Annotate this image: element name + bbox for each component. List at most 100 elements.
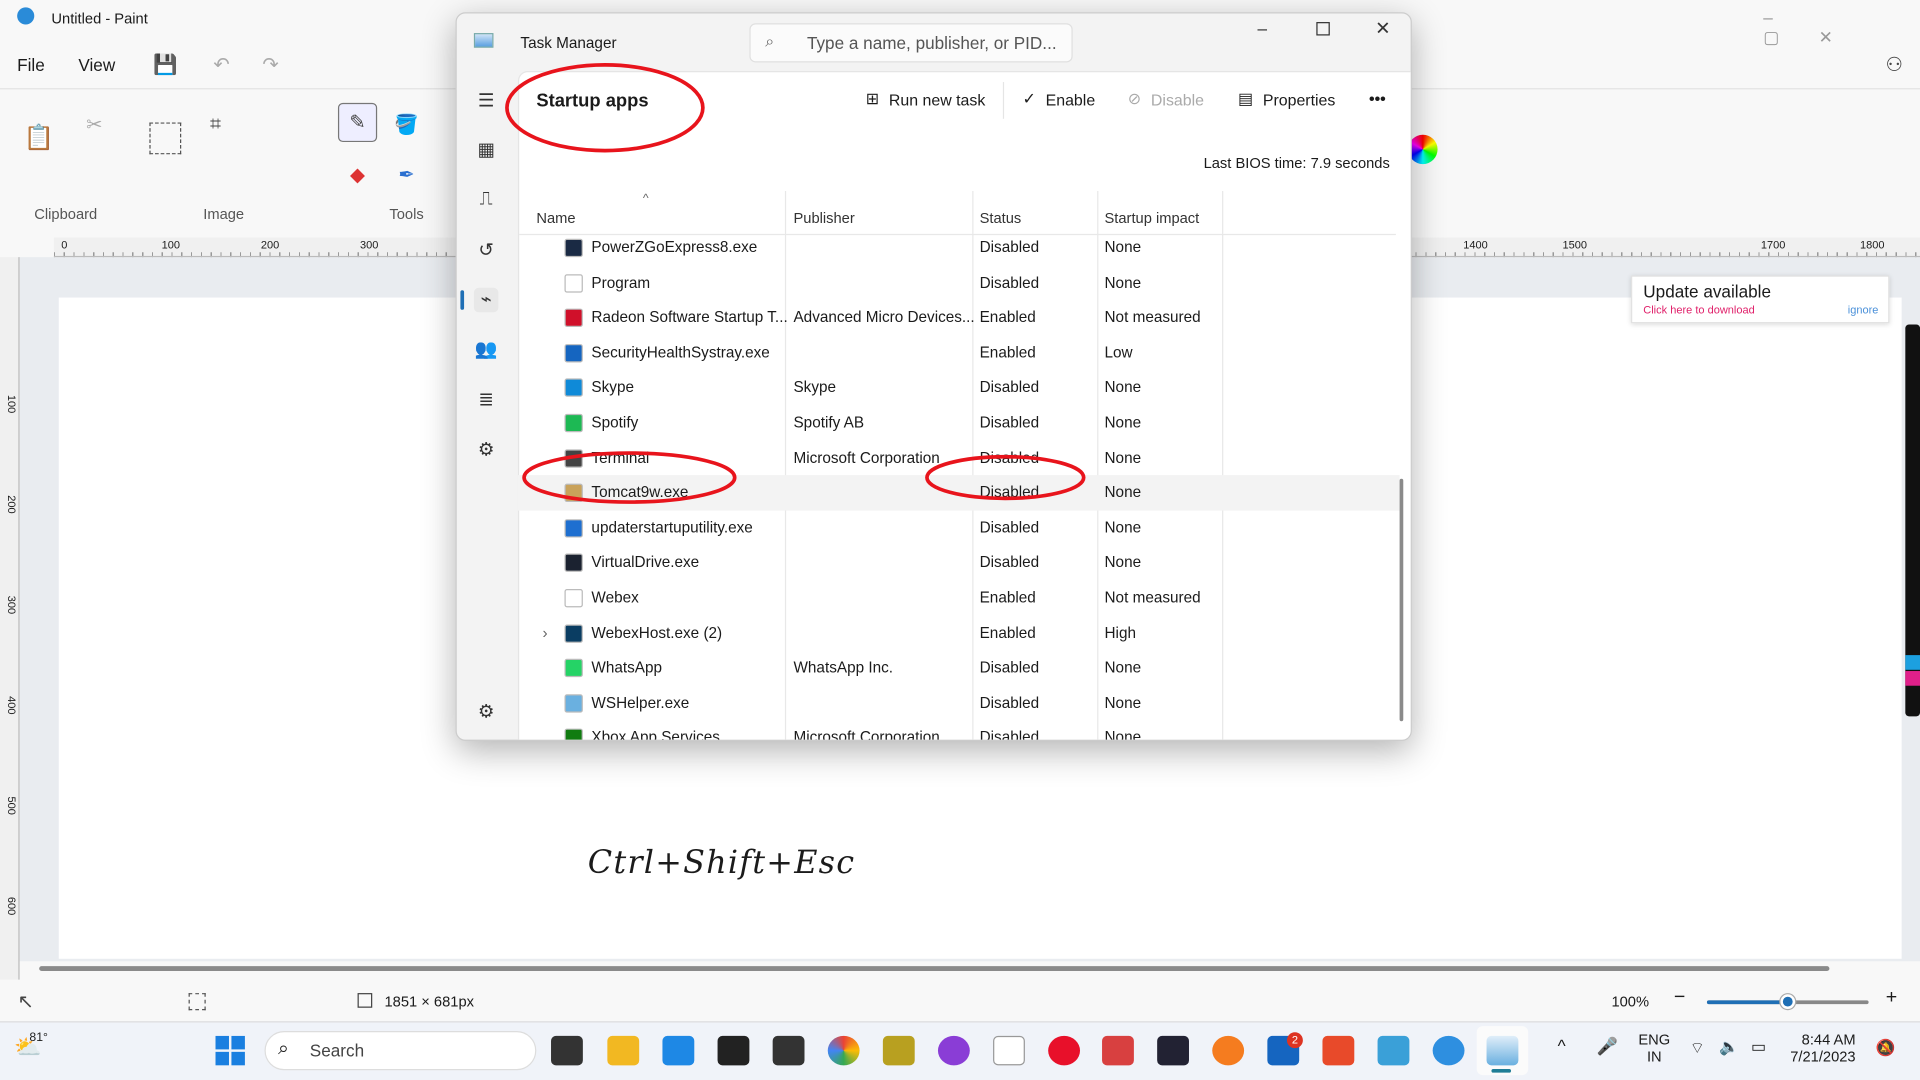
startup-impact: Low — [1104, 343, 1133, 361]
search-placeholder: Type a name, publisher, or PID... — [806, 33, 1057, 53]
vertical-scrollbar[interactable] — [1399, 478, 1404, 722]
firefox-icon[interactable] — [1212, 1035, 1245, 1066]
terminal-icon[interactable] — [717, 1035, 750, 1066]
undo-icon[interactable]: ↶ — [208, 51, 235, 78]
app-icon[interactable] — [937, 1035, 970, 1066]
eraser-icon[interactable]: ◆ — [345, 163, 369, 187]
table-row[interactable]: › WebexHost.exe (2) Enabled High — [518, 615, 1400, 650]
pencil-icon[interactable]: ✎ — [337, 102, 378, 143]
menu-file[interactable]: File — [17, 55, 45, 75]
edit-colors-icon[interactable] — [1408, 134, 1438, 165]
vscode-icon[interactable] — [662, 1035, 695, 1066]
cut-icon[interactable]: ✂ — [81, 113, 108, 137]
table-row[interactable]: WSHelper.exe Disabled None — [518, 685, 1400, 720]
table-row[interactable]: PowerZGoExpress8.exe Disabled None — [518, 235, 1400, 265]
disable-label: Disable — [1150, 90, 1205, 109]
table-row[interactable]: Tomcat9w.exe Disabled None — [517, 475, 1400, 511]
wifi-icon[interactable]: ⌔ — [1690, 1038, 1705, 1058]
disable-button[interactable]: ⊘ Disable — [1128, 89, 1204, 109]
app-icon — [564, 273, 583, 293]
vertical-ruler — [0, 257, 20, 980]
table-row[interactable]: VirtualDrive.exe Disabled None — [518, 545, 1400, 580]
performance-icon[interactable]: ⎍ — [474, 189, 498, 213]
share-icon[interactable]: ⚇ — [1881, 51, 1908, 78]
table-row[interactable]: Program Disabled None — [518, 265, 1400, 300]
startup-impact: High — [1104, 623, 1136, 642]
save-icon[interactable]: 💾 — [152, 51, 179, 78]
update-popup[interactable]: Update available Click here to download … — [1631, 275, 1890, 324]
zoom-slider-thumb[interactable] — [1780, 994, 1796, 1009]
file-explorer-icon[interactable] — [607, 1035, 640, 1066]
task-manager-window[interactable]: Task Manager ⌕ Type a name, publisher, o… — [455, 12, 1412, 741]
hamburger-menu-icon[interactable]: ☰ — [474, 89, 498, 113]
date: 7/21/2023 — [1790, 1048, 1856, 1066]
fill-icon[interactable]: 🪣 — [394, 113, 418, 137]
task-view-icon[interactable] — [551, 1035, 583, 1066]
close-button[interactable]: ✕ — [1375, 17, 1390, 39]
horizontal-scrollbar[interactable] — [39, 966, 1830, 972]
maximize-button[interactable] — [1316, 22, 1330, 36]
mysql-icon[interactable] — [772, 1035, 805, 1066]
column-status[interactable]: Status — [980, 209, 1022, 226]
crop-icon[interactable]: ⌗ — [203, 113, 227, 137]
group-image: Image — [203, 205, 245, 223]
notifications-icon[interactable]: 🔕 — [1876, 1038, 1896, 1058]
start-button[interactable] — [215, 1035, 245, 1066]
zoom-out-button[interactable]: − — [1674, 987, 1685, 1009]
menu-view[interactable]: View — [78, 55, 115, 75]
table-row[interactable]: Webex Enabled Not measured — [518, 580, 1400, 615]
table-row[interactable]: WhatsApp WhatsApp Inc. Disabled None — [518, 650, 1400, 685]
more-options-button[interactable]: ••• — [1369, 89, 1386, 107]
battery-icon[interactable]: ▭ — [1751, 1037, 1766, 1057]
download-link[interactable]: Click here to download — [1643, 304, 1755, 316]
chevron-up-icon[interactable]: ^ — [1558, 1036, 1566, 1056]
app-icon[interactable] — [882, 1035, 915, 1066]
expand-chevron-icon[interactable]: › — [542, 624, 547, 641]
app-icon[interactable] — [1102, 1035, 1134, 1066]
run-new-task-button[interactable]: ⊞ Run new task — [866, 89, 986, 109]
table-row[interactable]: Spotify Spotify AB Disabled None — [518, 405, 1400, 440]
minimize-button[interactable]: – — [1258, 18, 1268, 38]
status: Disabled — [979, 378, 1040, 396]
table-row[interactable]: SecurityHealthSystray.exe Enabled Low — [518, 335, 1400, 370]
status: Enabled — [979, 588, 1036, 607]
status-bar: ↖ 1851 × 681px 100% − + — [0, 985, 1920, 1021]
zoom-in-button[interactable]: + — [1886, 987, 1897, 1009]
table-row[interactable]: updaterstartuputility.exe Disabled None — [518, 510, 1400, 545]
volume-icon[interactable]: 🔈 — [1719, 1037, 1739, 1057]
properties-button[interactable]: ▤ Properties — [1238, 89, 1335, 109]
cursor-icon: ↖ — [17, 991, 34, 1013]
column-startup-impact[interactable]: Startup impact — [1104, 209, 1199, 226]
app-icon[interactable] — [1322, 1035, 1355, 1066]
processes-icon[interactable]: ▦ — [474, 138, 498, 162]
column-publisher[interactable]: Publisher — [793, 209, 854, 226]
clock[interactable]: 8:44 AM 7/21/2023 — [1790, 1031, 1855, 1065]
task-manager-icon[interactable] — [1486, 1035, 1519, 1066]
paste-icon[interactable]: 📋 — [24, 120, 54, 154]
enable-button[interactable]: ✓ Enable — [1022, 89, 1095, 109]
taskbar-search[interactable]: ⌕ Search — [264, 1031, 537, 1071]
search-input[interactable]: ⌕ Type a name, publisher, or PID... — [749, 23, 1073, 63]
table-row[interactable]: Terminal Microsoft Corporation Disabled Non… — [518, 440, 1400, 475]
zoom-slider[interactable] — [1706, 994, 1869, 1009]
ruler-label: 400 — [5, 696, 18, 715]
select-icon[interactable] — [149, 122, 182, 155]
microphone-icon[interactable]: 🎤 — [1597, 1036, 1618, 1057]
chrome-icon[interactable] — [827, 1035, 860, 1066]
task-manager-icon — [473, 33, 494, 48]
table-row[interactable]: Radeon Software Startup T... Advanced Mic… — [518, 300, 1400, 335]
status: Enabled — [979, 308, 1036, 326]
redo-icon[interactable]: ↷ — [257, 51, 284, 78]
column-name[interactable]: Name — [536, 209, 575, 226]
language-indicator[interactable]: ENG IN — [1638, 1031, 1670, 1065]
file-icon[interactable] — [993, 1035, 1025, 1066]
opera-icon[interactable] — [1048, 1035, 1081, 1066]
notepad-icon[interactable] — [1377, 1035, 1410, 1066]
window-controls[interactable]: –▢✕ — [1763, 7, 1920, 47]
table-row[interactable]: Skype Skype Disabled None — [518, 370, 1400, 405]
paint-icon[interactable] — [1432, 1035, 1465, 1066]
ignore-link[interactable]: ignore — [1848, 304, 1879, 316]
app-icon[interactable] — [1157, 1035, 1189, 1066]
color-picker-icon[interactable]: ✒ — [394, 163, 418, 187]
table-row[interactable]: Xbox App Services Microsoft Corporation Di… — [518, 720, 1400, 740]
